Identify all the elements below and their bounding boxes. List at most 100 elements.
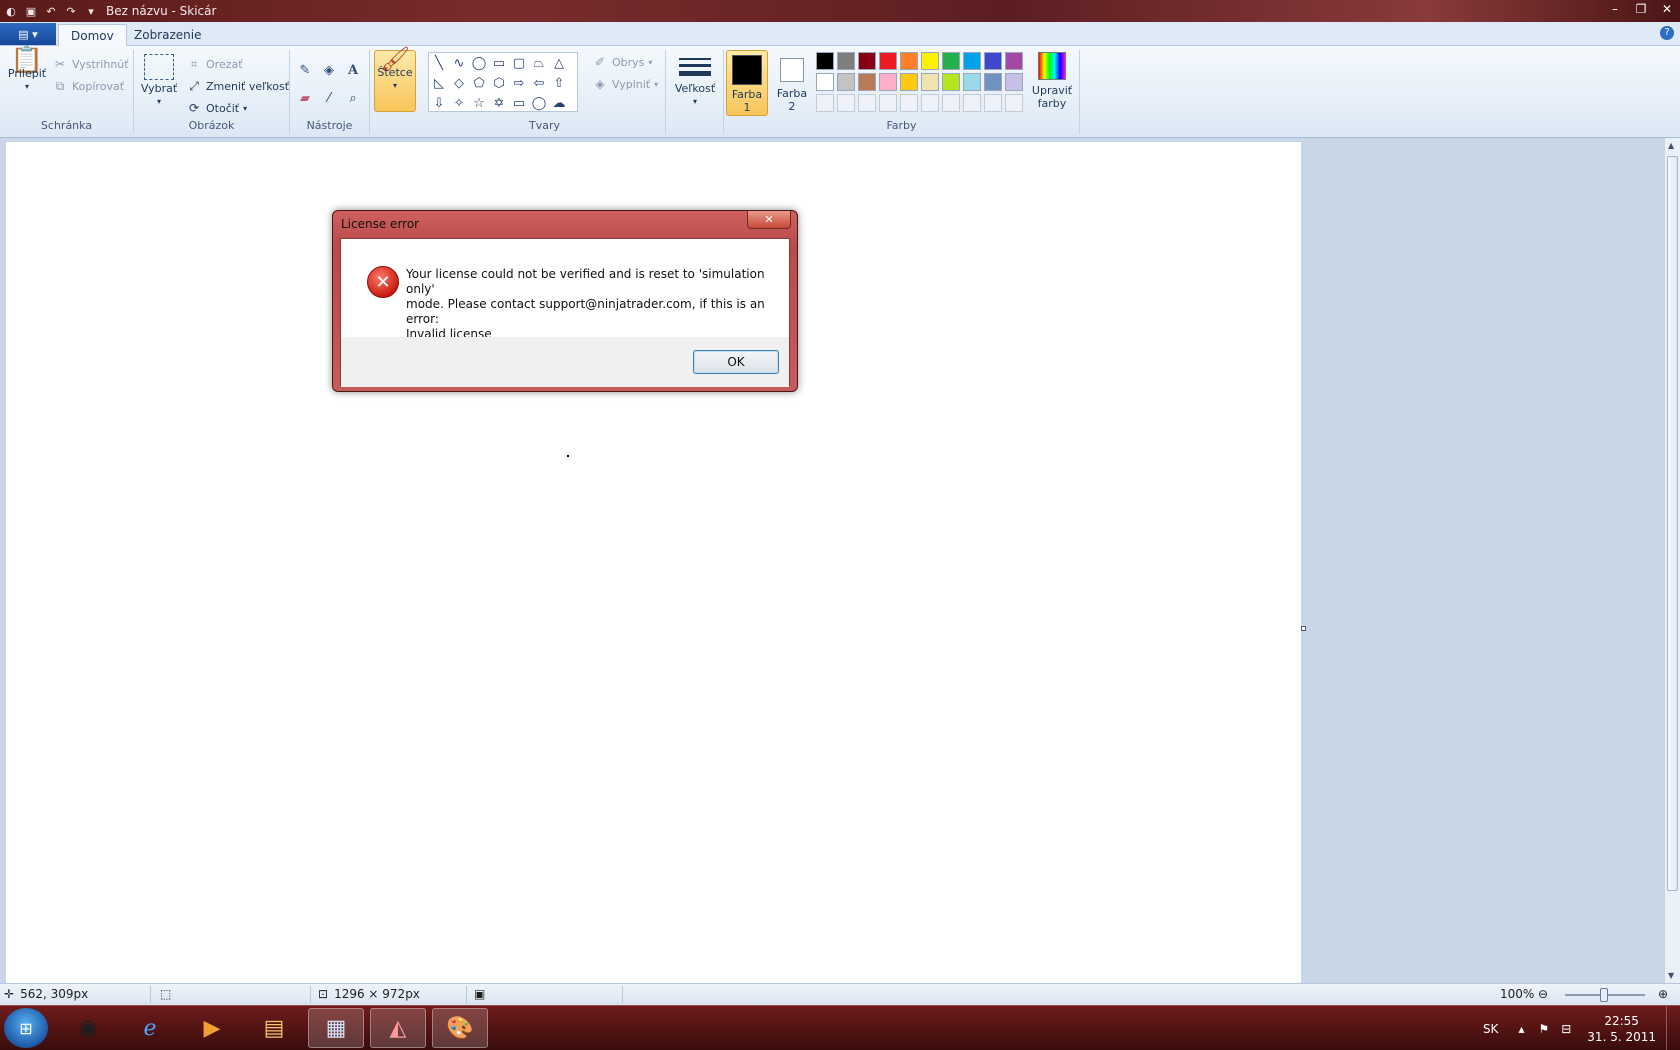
internet-explorer-taskbar-icon[interactable]: ℯ [122,1008,178,1048]
clock[interactable]: 22:55 31. 5. 2011 [1577,1013,1666,1045]
save-icon[interactable]: ▣ [24,4,38,18]
paint-taskbar-icon[interactable]: 🎨 [432,1008,488,1048]
color-swatch[interactable] [879,73,897,91]
scroll-up-icon[interactable]: ▲ [1668,141,1674,150]
network-icon[interactable]: ⊟ [1555,1022,1577,1036]
paint-app-icon[interactable]: ◐ [4,4,18,18]
right-arrow-shape-icon[interactable]: ⇨ [509,73,529,93]
oval-shape-icon[interactable]: ◯ [469,53,489,73]
color-swatch[interactable] [1005,73,1023,91]
callout-cloud-shape-icon[interactable]: ☁ [549,93,569,113]
color-swatch[interactable] [858,52,876,70]
color-swatch[interactable] [984,73,1002,91]
tab-view[interactable]: Zobrazenie [122,24,213,46]
color-swatch[interactable] [900,73,918,91]
zoom-slider-thumb[interactable] [1600,988,1608,1002]
custom-color-slot[interactable] [816,94,834,112]
undo-icon[interactable]: ↶ [44,4,58,18]
scrollbar-thumb[interactable] [1667,156,1678,891]
rotate-button[interactable]: ⟳ Otočiť ▾ [186,100,247,116]
polygon-shape-icon[interactable]: ⏢ [529,53,549,73]
color-swatch[interactable] [942,52,960,70]
color1-button[interactable]: Farba 1 [726,50,768,116]
pencil-icon[interactable]: ✎ [295,60,315,80]
chrome-taskbar-icon[interactable]: ◉ [60,1008,116,1048]
dialog-close-button[interactable]: ✕ [747,211,791,229]
color-swatch[interactable] [837,73,855,91]
resize-button[interactable]: ⤢ Zmeniť veľkosť [186,78,289,94]
fill-button[interactable]: ◈ Vyplniť ▾ [592,76,658,92]
redo-icon[interactable]: ↷ [64,4,78,18]
color-swatch[interactable] [984,52,1002,70]
zoom-in-icon[interactable]: ⊕ [1658,987,1668,1001]
media-player-taskbar-icon[interactable]: ▶ [184,1008,240,1048]
custom-color-slot[interactable] [1005,94,1023,112]
brushes-button[interactable]: 🖌 Štetce ▾ [374,47,416,112]
color-swatch[interactable] [858,73,876,91]
ok-button[interactable]: OK [693,350,779,374]
copy-button[interactable]: ⧉ Kopírovať [52,78,124,94]
custom-color-slot[interactable] [858,94,876,112]
close-button[interactable]: ✕ [1654,0,1680,18]
vertical-scrollbar[interactable]: ▲ ▼ [1664,138,1680,983]
language-indicator[interactable]: SK [1471,1022,1511,1036]
show-desktop-button[interactable] [1666,1006,1680,1050]
ninjatrader-taskbar-icon[interactable]: ◭ [370,1008,426,1048]
color-swatch[interactable] [921,52,939,70]
crop-button[interactable]: ⌗ Orezať [186,56,243,72]
color-swatch[interactable] [816,73,834,91]
right-triangle-shape-icon[interactable]: ◺ [429,73,449,93]
custom-color-slot[interactable] [879,94,897,112]
custom-color-slot[interactable] [921,94,939,112]
help-icon[interactable]: ? [1660,26,1674,40]
color-picker-icon[interactable]: ⁄ [319,88,339,108]
custom-color-slot[interactable] [942,94,960,112]
line-shape-icon[interactable]: ╲ [429,53,449,73]
left-arrow-shape-icon[interactable]: ⇦ [529,73,549,93]
rectangle-shape-icon[interactable]: ▭ [489,53,509,73]
size-button[interactable]: Veľkosť ▾ [672,54,718,108]
color-swatch[interactable] [1005,52,1023,70]
fill-bucket-icon[interactable]: ◈ [319,60,339,80]
down-arrow-shape-icon[interactable]: ⇩ [429,93,449,113]
scroll-down-icon[interactable]: ▼ [1668,971,1674,980]
color-swatch[interactable] [963,73,981,91]
app-menu-button[interactable]: ▤ ▾ [0,23,56,45]
custom-color-slot[interactable] [900,94,918,112]
up-arrow-shape-icon[interactable]: ⇧ [549,73,569,93]
color-swatch[interactable] [963,52,981,70]
color-swatch[interactable] [879,52,897,70]
six-point-star-shape-icon[interactable]: ✡ [489,93,509,113]
canvas-resize-handle[interactable] [1301,626,1306,631]
magnifier-icon[interactable]: ⌕ [343,88,363,108]
cut-button[interactable]: ✂ Vystrihnúť [52,56,129,72]
explorer-taskbar-icon[interactable]: ▤ [246,1008,302,1048]
customize-qat-icon[interactable]: ▾ [84,4,98,18]
callout-rectangle-shape-icon[interactable]: ▭ [509,93,529,113]
action-center-flag-icon[interactable]: ⚑ [1532,1022,1555,1036]
select-button[interactable]: Vybrať ▾ [140,54,178,108]
curve-shape-icon[interactable]: ∿ [449,53,469,73]
paste-button[interactable]: 📋 Prilepiť ▾ [6,47,48,93]
edit-colors-button[interactable]: Upraviť farby [1028,50,1076,110]
hexagon-shape-icon[interactable]: ⬡ [489,73,509,93]
pentagon-shape-icon[interactable]: ⬠ [469,73,489,93]
tab-home[interactable]: Domov [58,24,127,46]
text-tool-icon[interactable]: A [343,60,363,80]
color-swatch[interactable] [816,52,834,70]
color2-button[interactable]: Farba 2 [772,50,812,116]
custom-color-slot[interactable] [963,94,981,112]
remote-desktop-taskbar-icon[interactable]: ▦ [308,1008,364,1048]
show-hidden-icons-icon[interactable]: ▴ [1510,1022,1532,1036]
five-point-star-shape-icon[interactable]: ☆ [469,93,489,113]
custom-color-slot[interactable] [837,94,855,112]
callout-oval-shape-icon[interactable]: ◯ [529,93,549,113]
minimize-button[interactable]: – [1602,0,1628,18]
color-swatch[interactable] [921,73,939,91]
restore-button[interactable]: ❐ [1628,0,1654,18]
color-swatch[interactable] [900,52,918,70]
eraser-icon[interactable]: ▰ [295,88,315,108]
start-button[interactable]: ⊞ [4,1008,48,1048]
outline-button[interactable]: ✐ Obrys ▾ [592,54,652,70]
rounded-rectangle-shape-icon[interactable]: ▢ [509,53,529,73]
